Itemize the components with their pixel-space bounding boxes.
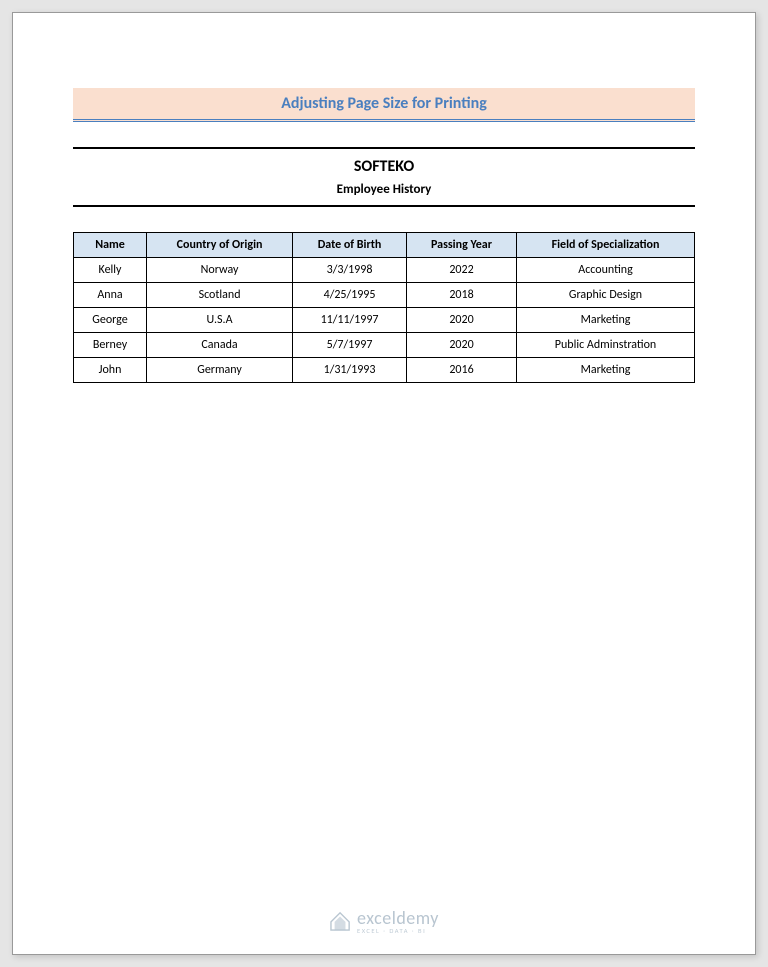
cell-field: Graphic Design bbox=[517, 283, 695, 308]
cell-year: 2016 bbox=[407, 358, 517, 383]
cell-name: Anna bbox=[74, 283, 147, 308]
table-header-row: Name Country of Origin Date of Birth Pas… bbox=[74, 233, 695, 258]
cell-year: 2020 bbox=[407, 333, 517, 358]
table-row: Berney Canada 5/7/1997 2020 Public Admin… bbox=[74, 333, 695, 358]
cell-name: George bbox=[74, 308, 147, 333]
watermark-brand: exceldemy bbox=[357, 909, 439, 927]
cell-name: Berney bbox=[74, 333, 147, 358]
cell-year: 2020 bbox=[407, 308, 517, 333]
cell-field: Marketing bbox=[517, 358, 695, 383]
cell-name: Kelly bbox=[74, 258, 147, 283]
cell-field: Public Adminstration bbox=[517, 333, 695, 358]
table-row: John Germany 1/31/1993 2016 Marketing bbox=[74, 358, 695, 383]
cell-country: Canada bbox=[147, 333, 293, 358]
col-field: Field of Specialization bbox=[517, 233, 695, 258]
cell-year: 2018 bbox=[407, 283, 517, 308]
col-name: Name bbox=[74, 233, 147, 258]
table-row: George U.S.A 11/11/1997 2020 Marketing bbox=[74, 308, 695, 333]
heading-block: SOFTEKO Employee History bbox=[73, 147, 695, 207]
cell-dob: 11/11/1997 bbox=[293, 308, 407, 333]
col-year: Passing Year bbox=[407, 233, 517, 258]
company-name: SOFTEKO bbox=[73, 157, 695, 176]
table-row: Anna Scotland 4/25/1995 2018 Graphic Des… bbox=[74, 283, 695, 308]
cell-field: Marketing bbox=[517, 308, 695, 333]
banner-title: Adjusting Page Size for Printing bbox=[73, 88, 695, 122]
cell-year: 2022 bbox=[407, 258, 517, 283]
cell-country: Norway bbox=[147, 258, 293, 283]
col-country: Country of Origin bbox=[147, 233, 293, 258]
print-page: Adjusting Page Size for Printing SOFTEKO… bbox=[12, 12, 756, 955]
col-dob: Date of Birth bbox=[293, 233, 407, 258]
employee-table: Name Country of Origin Date of Birth Pas… bbox=[73, 232, 695, 383]
house-icon bbox=[329, 911, 351, 931]
watermark-text: exceldemy EXCEL · DATA · BI bbox=[357, 909, 439, 935]
cell-dob: 4/25/1995 bbox=[293, 283, 407, 308]
cell-name: John bbox=[74, 358, 147, 383]
table-row: Kelly Norway 3/3/1998 2022 Accounting bbox=[74, 258, 695, 283]
cell-dob: 1/31/1993 bbox=[293, 358, 407, 383]
document-subtitle: Employee History bbox=[73, 182, 695, 197]
cell-country: U.S.A bbox=[147, 308, 293, 333]
cell-dob: 5/7/1997 bbox=[293, 333, 407, 358]
watermark-tagline: EXCEL · DATA · BI bbox=[357, 928, 439, 935]
watermark: exceldemy EXCEL · DATA · BI bbox=[329, 909, 439, 935]
cell-country: Scotland bbox=[147, 283, 293, 308]
cell-field: Accounting bbox=[517, 258, 695, 283]
cell-dob: 3/3/1998 bbox=[293, 258, 407, 283]
cell-country: Germany bbox=[147, 358, 293, 383]
